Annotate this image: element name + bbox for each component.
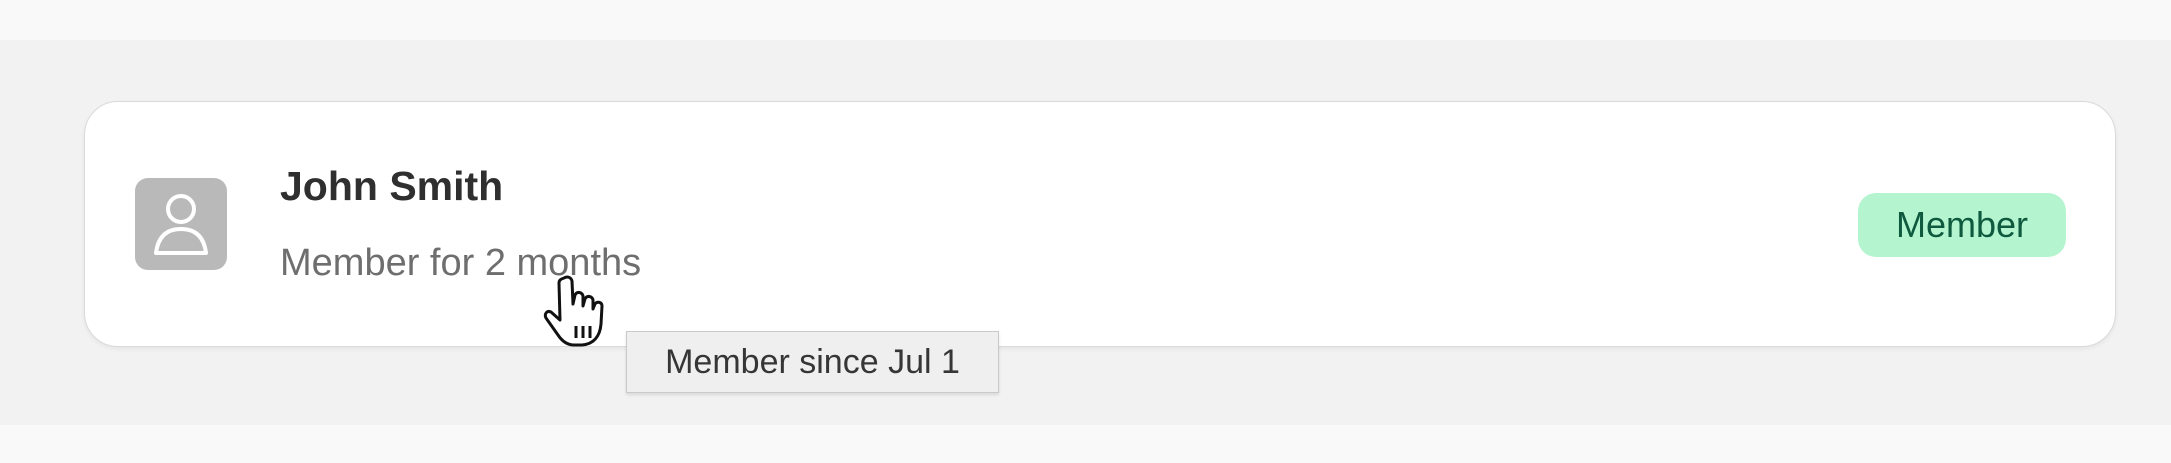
bottom-band [0, 425, 2171, 463]
top-band [0, 0, 2171, 40]
hand-pointer-icon [543, 275, 604, 347]
avatar [135, 178, 227, 270]
member-card[interactable] [84, 101, 2116, 347]
person-icon [154, 194, 208, 255]
member-since-tooltip: Member since Jul 1 [626, 331, 999, 393]
member-status-badge: Member [1858, 193, 2066, 257]
member-name: John Smith [280, 163, 504, 209]
